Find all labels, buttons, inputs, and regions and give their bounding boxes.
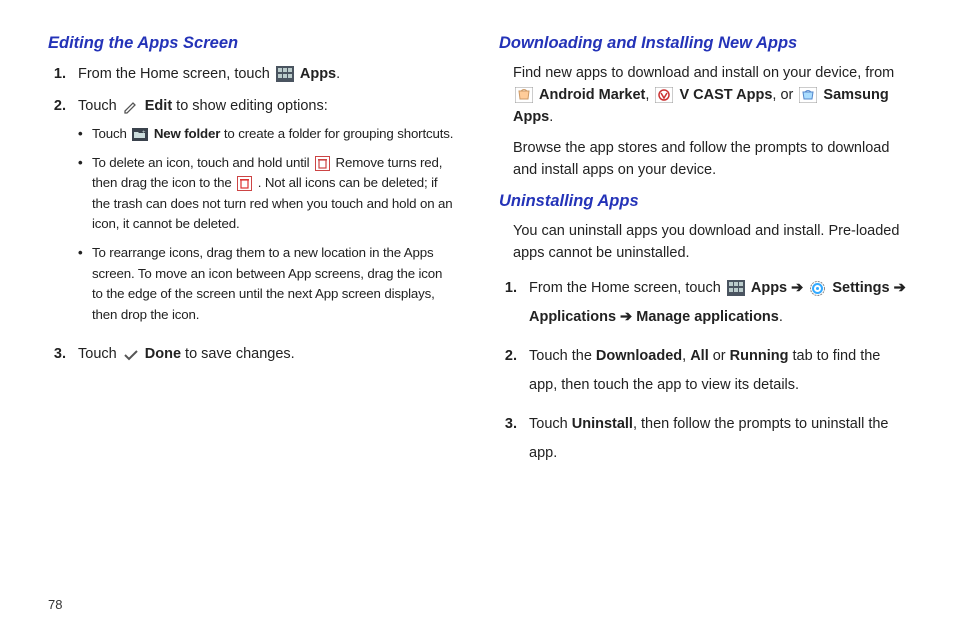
- bullet-marker: •: [78, 243, 92, 325]
- android-market-label: Android Market: [539, 87, 645, 103]
- text: Touch: [78, 346, 121, 362]
- arrow-icon: ➔: [890, 280, 906, 296]
- step-number: 1.: [499, 274, 529, 332]
- step-body: Touch the Downloaded, All or Running tab…: [529, 342, 906, 400]
- text: To delete an icon, touch and hold until: [92, 155, 313, 170]
- text: or: [709, 348, 730, 364]
- text: to show editing options:: [172, 98, 328, 114]
- step-1: 1. From the Home screen, touch Apps.: [48, 63, 455, 85]
- step-number: 3.: [48, 343, 78, 365]
- text: to create a folder for grouping shortcut…: [220, 126, 453, 141]
- text: Touch: [529, 416, 572, 432]
- apps-grid-icon: [276, 66, 294, 82]
- heading-editing-apps: Editing the Apps Screen: [48, 34, 455, 53]
- paragraph-uninstall-intro: You can uninstall apps you download and …: [513, 221, 906, 265]
- apps-label: Apps: [751, 280, 787, 296]
- step-3: 3. Touch Done to save changes.: [48, 343, 455, 365]
- downloaded-label: Downloaded: [596, 348, 682, 364]
- text: From the Home screen, touch: [529, 280, 725, 296]
- paragraph-find-apps: Find new apps to download and install on…: [513, 63, 906, 128]
- arrow-icon: ➔: [616, 309, 636, 325]
- text: to save changes.: [181, 346, 295, 362]
- text: Touch: [92, 126, 130, 141]
- vcast-label: V CAST Apps: [679, 87, 772, 103]
- bullet-new-folder: • Touch + New folder to create a folder …: [78, 124, 455, 145]
- step-number: 2.: [48, 95, 78, 333]
- done-label: Done: [145, 346, 181, 362]
- step-number: 3.: [499, 410, 529, 468]
- heading-uninstalling: Uninstalling Apps: [499, 192, 906, 211]
- paragraph-browse: Browse the app stores and follow the pro…: [513, 138, 906, 182]
- all-label: All: [690, 348, 709, 364]
- bullet-rearrange: • To rearrange icons, drag them to a new…: [78, 243, 455, 325]
- step-body: Touch Edit to show editing options: • To…: [78, 95, 455, 333]
- check-icon: [123, 349, 139, 361]
- text: .: [779, 309, 783, 325]
- settings-gear-icon: [809, 280, 826, 297]
- android-market-icon: [515, 87, 533, 103]
- left-column: Editing the Apps Screen 1. From the Home…: [48, 34, 455, 478]
- text: From the Home screen, touch: [78, 66, 274, 82]
- step-body: From the Home screen, touch Apps ➔ Setti…: [529, 274, 906, 332]
- pencil-icon: [123, 100, 139, 114]
- text: ,: [682, 348, 690, 364]
- running-label: Running: [730, 348, 789, 364]
- text: , or: [772, 87, 797, 103]
- bullet-body: To delete an icon, touch and hold until …: [92, 153, 455, 235]
- uninstall-step-3: 3. Touch Uninstall, then follow the prom…: [499, 410, 906, 468]
- settings-label: Settings: [832, 280, 889, 296]
- uninstall-label: Uninstall: [572, 416, 633, 432]
- bullet-body: Touch + New folder to create a folder fo…: [92, 124, 455, 145]
- heading-downloading: Downloading and Installing New Apps: [499, 34, 906, 53]
- edit-label: Edit: [145, 98, 172, 114]
- samsung-apps-icon: [799, 87, 817, 103]
- bullet-delete-icon: • To delete an icon, touch and hold unti…: [78, 153, 455, 235]
- apps-grid-icon: [727, 280, 745, 296]
- text: .: [336, 66, 340, 82]
- vcast-icon: [655, 87, 673, 103]
- bullet-marker: •: [78, 124, 92, 145]
- step-body: From the Home screen, touch Apps.: [78, 63, 455, 85]
- bullet-body: To rearrange icons, drag them to a new l…: [92, 243, 455, 325]
- page-number: 78: [48, 597, 62, 612]
- applications-label: Applications: [529, 309, 616, 325]
- step-number: 2.: [499, 342, 529, 400]
- step-body: Touch Done to save changes.: [78, 343, 455, 365]
- text: Touch: [78, 98, 121, 114]
- step-2: 2. Touch Edit to show editing options: •…: [48, 95, 455, 333]
- uninstall-step-1: 1. From the Home screen, touch Apps ➔ Se…: [499, 274, 906, 332]
- new-folder-label: New folder: [154, 126, 220, 141]
- manage-applications-label: Manage applications: [636, 309, 779, 325]
- right-column: Downloading and Installing New Apps Find…: [499, 34, 906, 478]
- step-number: 1.: [48, 63, 78, 85]
- text: Find new apps to download and install on…: [513, 65, 894, 81]
- trash-red-icon: [237, 176, 252, 191]
- apps-label: Apps: [300, 66, 336, 82]
- trash-icon: [315, 156, 330, 171]
- text: Touch the: [529, 348, 596, 364]
- uninstall-step-2: 2. Touch the Downloaded, All or Running …: [499, 342, 906, 400]
- arrow-icon: ➔: [787, 280, 807, 296]
- step-body: Touch Uninstall, then follow the prompts…: [529, 410, 906, 468]
- text: ,: [645, 87, 653, 103]
- text: .: [549, 109, 553, 125]
- folder-add-icon: +: [132, 128, 148, 141]
- bullet-marker: •: [78, 153, 92, 235]
